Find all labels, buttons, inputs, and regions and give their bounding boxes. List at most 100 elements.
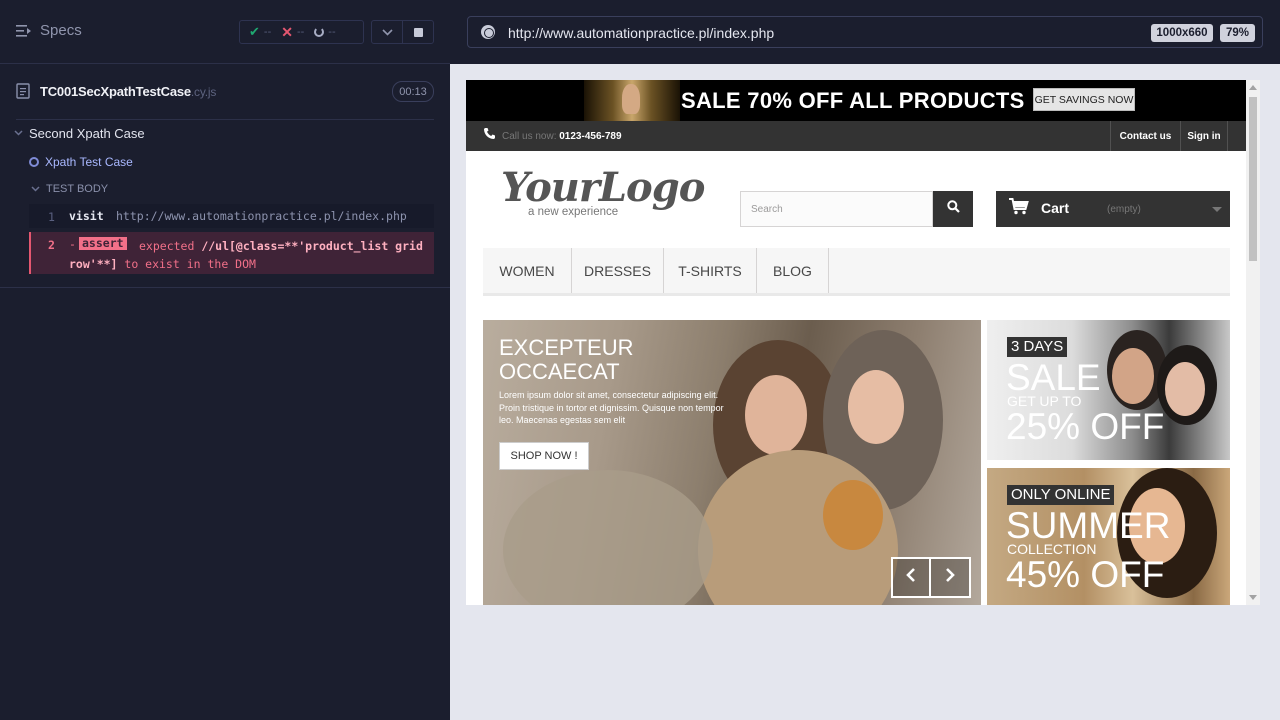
spec-name-text: TC001SecXpathTestCase [40,84,191,99]
logo-tagline: a new experience [528,206,619,218]
hero-title-line: EXCEPTEUR [499,335,634,360]
menu-item-women[interactable]: Women [483,248,572,293]
toggle-auto-scroll-button[interactable] [372,21,402,43]
call-us-text: Call us now: 0123-456-789 [502,131,622,142]
shopping-cart-icon [1009,198,1029,220]
get-savings-button[interactable]: GET SAVINGS NOW [1033,88,1135,111]
app-viewport: SALE 70% OFF ALL PRODUCTS GET SAVINGS NO… [466,80,1260,605]
summer-banner-45[interactable]: ONLY ONLINE SUMMER COLLECTION 45% OFF [987,468,1230,605]
test-stats: ✔ -- ✕ -- -- [239,20,364,44]
hero-model-face [745,375,807,455]
specs-toggle-button[interactable]: Specs [16,22,82,39]
spec-file-name[interactable]: TC001SecXpathTestCase.cy.js [40,84,216,99]
cart-button[interactable]: Cart (empty) [996,191,1230,227]
hero-mitten [823,480,883,550]
promo-banner[interactable]: SALE 70% OFF ALL PRODUCTS GET SAVINGS NO… [466,80,1246,121]
banner-model-face [1112,348,1154,404]
search-box [740,191,934,227]
command-number: 1 [48,210,55,224]
url-bar[interactable]: http://www.automationpractice.pl/index.p… [467,16,1263,48]
cart-label: Cart [1041,200,1070,216]
passed-stat: ✔ -- [249,24,271,40]
chevron-down-icon [382,25,393,39]
viewport-scale-badge[interactable]: 79% [1220,24,1255,42]
command-name: visit [69,209,104,223]
passed-count: -- [263,26,272,38]
site-logo[interactable]: YourLogo a new experience [501,164,705,219]
chevron-right-icon [945,568,955,587]
menu-item-blog[interactable]: Blog [757,248,829,293]
url-text: http://www.automationpractice.pl/index.p… [508,25,775,41]
chevron-down-icon [31,183,40,195]
reporter-header: Specs ✔ -- ✕ -- -- [0,0,450,64]
caret-down-icon [1212,207,1222,212]
hero-description: Lorem ipsum dolor sit amet, consectetur … [499,390,724,425]
menu-item-t-shirts[interactable]: T-shirts [664,248,757,293]
promo-model-image [584,80,680,121]
hero-model-face [848,370,904,444]
chevron-down-icon [14,128,23,139]
command-prefix: - [69,237,76,251]
failed-stat: ✕ -- [281,24,304,41]
list-collapse-icon [16,24,32,38]
scrollbar-thumb[interactable] [1249,97,1257,261]
running-status-icon [29,157,39,167]
hero-flowers [503,470,713,605]
pending-count: -- [328,26,336,38]
check-icon: ✔ [249,24,260,39]
spec-duration-badge: 00:13 [392,81,434,102]
banner-tag: ONLY ONLINE [1007,485,1115,505]
search-button[interactable] [933,191,973,227]
scroll-up-icon[interactable] [1249,85,1257,90]
command-name: assert [79,237,127,250]
command-number: 2 [48,238,55,252]
viewport-scrollbar[interactable] [1246,80,1260,605]
test-row[interactable]: Xpath Test Case [29,155,133,169]
spec-extension: .cy.js [190,85,217,99]
suite-title: Second Xpath Case [29,126,145,141]
failed-count: -- [296,26,305,38]
top-nav-bar: Call us now: 0123-456-789 Contact us Sig… [466,121,1246,151]
banner-discount: 45% OFF [1006,554,1165,595]
search-input[interactable] [741,192,934,226]
contact-us-link[interactable]: Contact us [1110,121,1180,151]
pending-stat: -- [314,26,336,38]
slider-prev-button[interactable] [891,557,931,598]
command-row-assert[interactable]: 2 expected //ul[@class=**'product_list g… [29,232,434,274]
promo-text: SALE 70% OFF ALL PRODUCTS [681,88,1025,113]
stop-button[interactable] [402,21,433,43]
divider [0,287,450,288]
command-argument: http://www.automationpractice.pl/index.p… [116,209,407,223]
chevron-left-icon [906,568,916,587]
main-menu: Women Dresses T-shirts Blog [483,248,1230,296]
x-icon: ✕ [281,23,293,40]
aut-header: http://www.automationpractice.pl/index.p… [450,0,1280,64]
hero-title: EXCEPTEUR OCCAECAT [499,336,633,384]
cart-status: (empty) [1107,204,1141,215]
sale-banner-25[interactable]: 3 DAYS SALE GET UP TO 25% OFF [987,320,1230,460]
command-row-visit[interactable]: 1 visit http://www.automationpractice.pl… [29,204,434,228]
globe-icon [481,25,495,39]
assert-message-pre: expected [139,239,202,253]
reporter-panel: Specs ✔ -- ✕ -- -- TC001SecXpathTestCase.c… [0,0,450,720]
suite-row[interactable]: Second Xpath Case [14,126,145,141]
viewport-size-badge[interactable]: 1000x660 [1151,24,1213,42]
run-controls [371,20,434,44]
test-body-header[interactable]: TEST BODY [31,183,108,195]
assert-message-post: to exist in the DOM [117,257,256,271]
menu-item-dresses[interactable]: Dresses [572,248,664,293]
scroll-down-icon[interactable] [1249,595,1257,600]
slider-next-button[interactable] [931,557,971,598]
logo-main-text: YourLogo [501,164,705,211]
banner-headline: SALE [1006,357,1101,398]
sign-in-link[interactable]: Sign in [1180,121,1228,151]
call-label: Call us now: [502,131,557,142]
hero-title-line: OCCAECAT [499,359,620,384]
shop-now-button[interactable]: SHOP NOW ! [499,442,589,470]
banner-tag: 3 DAYS [1007,337,1068,357]
banner-headline: SUMMER [1006,505,1171,546]
phone-number: 0123-456-789 [559,131,622,142]
divider [16,119,434,120]
search-icon [946,200,960,218]
hero-slider[interactable]: EXCEPTEUR OCCAECAT Lorem ipsum dolor sit… [483,320,981,605]
